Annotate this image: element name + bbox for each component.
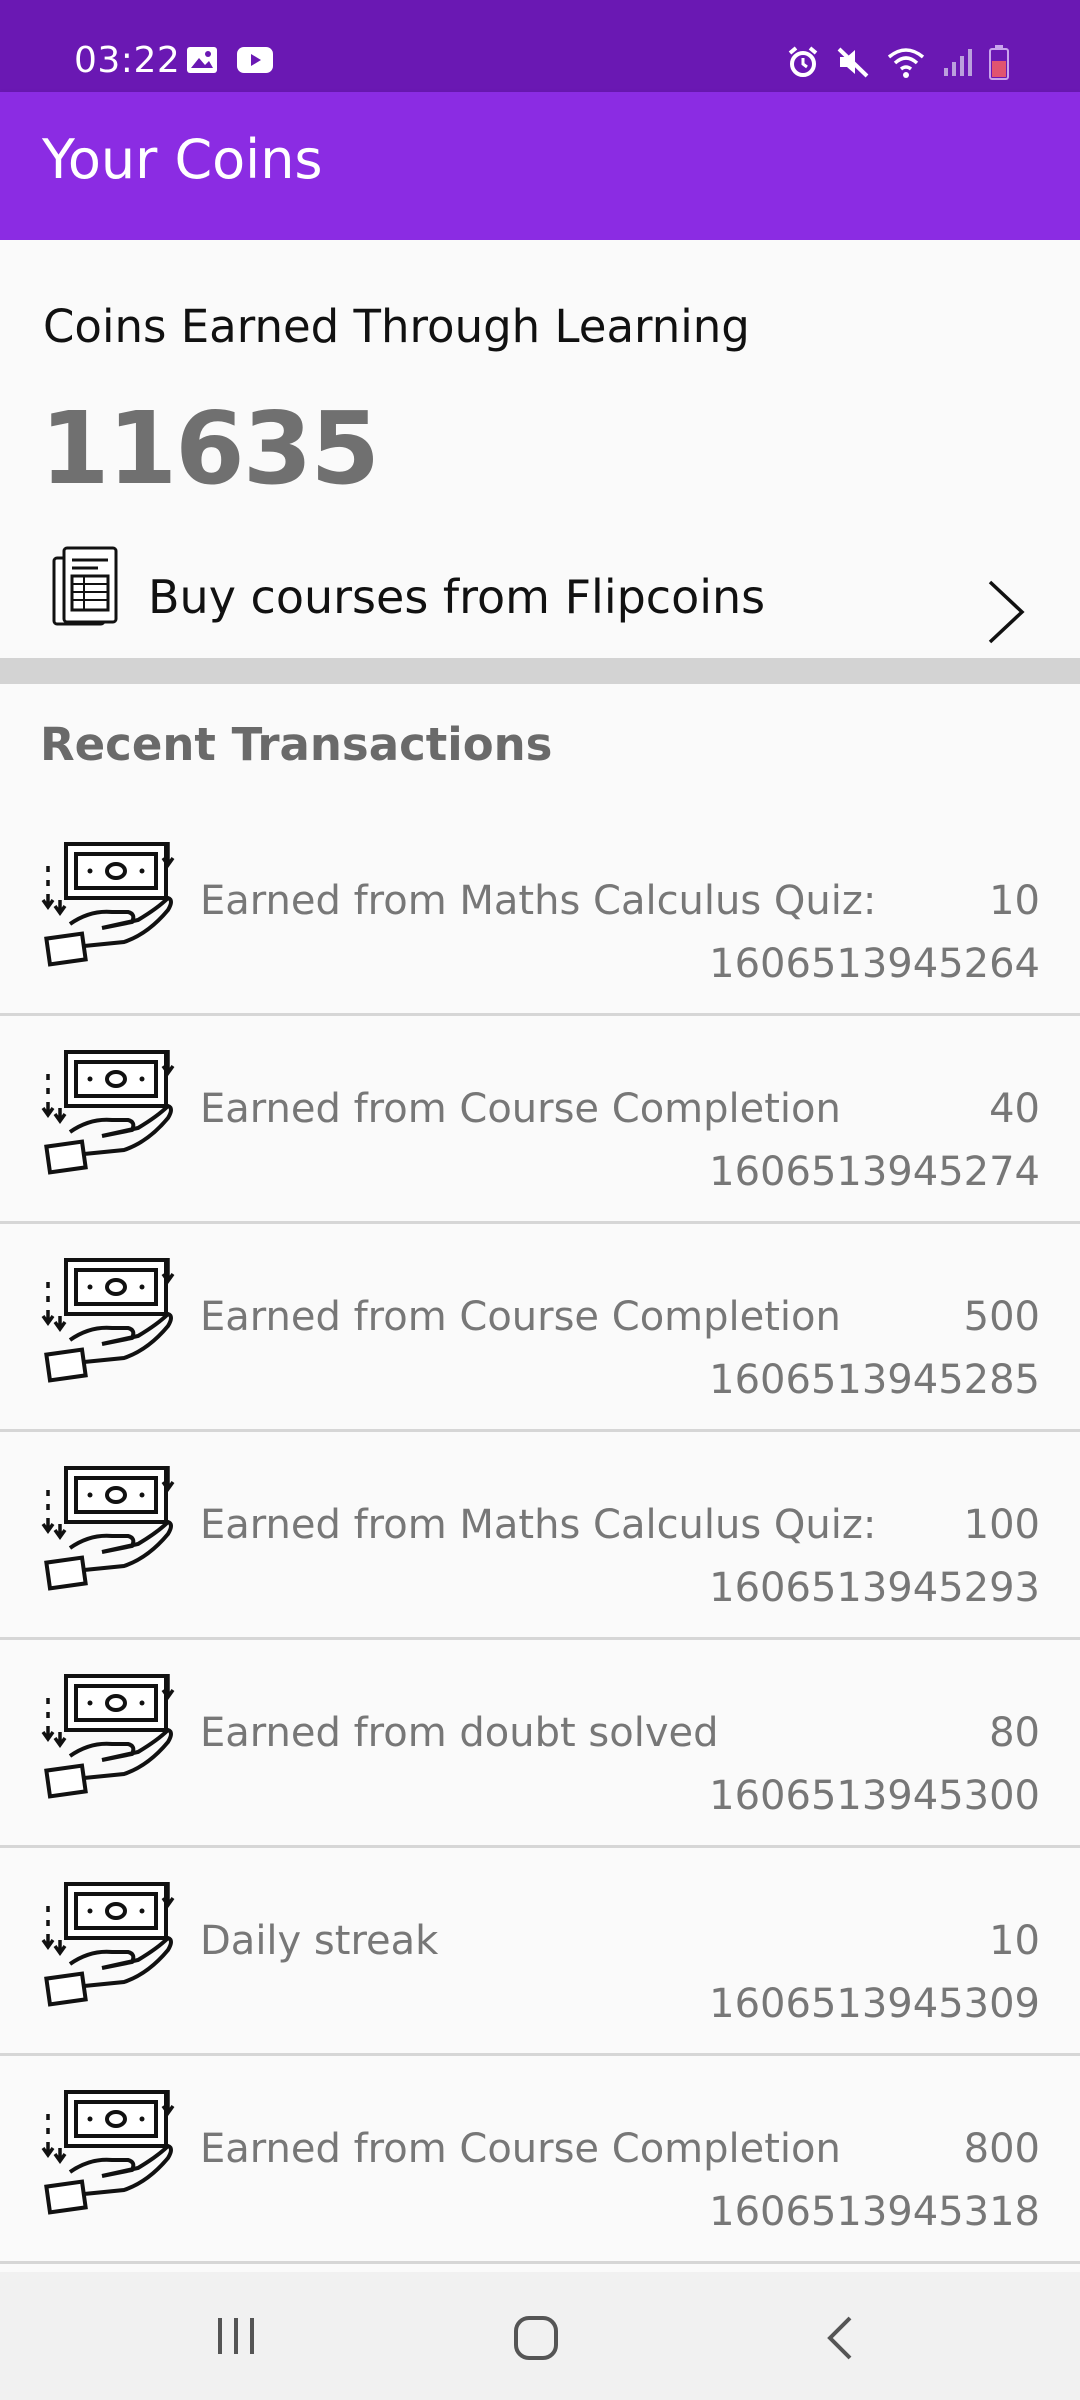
transaction-amount: 40 <box>989 1086 1040 1132</box>
transaction-amount: 800 <box>963 2126 1040 2172</box>
transaction-description: Earned from Maths Calculus Quiz: <box>200 878 877 924</box>
status-time: 03:22 <box>74 40 181 81</box>
page-title: Your Coins <box>42 128 323 191</box>
wifi-icon <box>886 45 926 83</box>
transaction-description: Earned from Maths Calculus Quiz: <box>200 1502 877 1548</box>
transaction-row: Earned from doubt solved 80 160651394530… <box>0 1640 1080 1848</box>
section-divider <box>0 658 1080 684</box>
alarm-icon <box>786 45 820 83</box>
transaction-amount: 100 <box>963 1502 1040 1548</box>
transaction-amount: 10 <box>989 1918 1040 1964</box>
transaction-id: 1606513945318 <box>709 2189 1040 2235</box>
cash-hand-icon <box>40 1046 176 1186</box>
transaction-description: Earned from doubt solved <box>200 1710 719 1756</box>
document-icon <box>50 544 120 634</box>
transaction-id: 1606513945285 <box>709 1357 1040 1403</box>
buy-courses-label: Buy courses from Flipcoins <box>148 570 766 624</box>
battery-icon <box>988 44 1010 84</box>
transaction-id: 1606513945309 <box>709 1981 1040 2027</box>
cash-hand-icon <box>40 1462 176 1602</box>
transaction-row: Daily streak 10 1606513945309 <box>0 1848 1080 2056</box>
cash-hand-icon <box>40 1670 176 1810</box>
cash-hand-icon <box>40 2086 176 2226</box>
transaction-amount: 80 <box>989 1710 1040 1756</box>
transaction-amount: 500 <box>963 1294 1040 1340</box>
transaction-id: 1606513945264 <box>709 941 1040 987</box>
transaction-description: Earned from Course Completion <box>200 1086 841 1132</box>
app-bar: Your Coins <box>0 92 1080 240</box>
recents-icon[interactable] <box>214 2312 258 2364</box>
cash-hand-icon <box>40 1254 176 1394</box>
mute-icon <box>836 45 870 83</box>
recent-transactions-title: Recent Transactions <box>40 718 553 771</box>
transaction-amount: 10 <box>989 878 1040 924</box>
transaction-list: Earned from Maths Calculus Quiz: 10 1606… <box>0 808 1080 2264</box>
back-icon[interactable] <box>822 2312 858 2368</box>
transaction-description: Earned from Course Completion <box>200 1294 841 1340</box>
transaction-row: Earned from Maths Calculus Quiz: 100 160… <box>0 1432 1080 1640</box>
coins-summary: Coins Earned Through Learning 11635 Buy … <box>0 240 1080 658</box>
home-icon[interactable] <box>510 2312 562 2368</box>
signal-icon <box>942 46 972 82</box>
transaction-id: 1606513945300 <box>709 1773 1040 1819</box>
transaction-row: Earned from Maths Calculus Quiz: 10 1606… <box>0 808 1080 1016</box>
system-nav-bar <box>0 2272 1080 2400</box>
transaction-description: Daily streak <box>200 1918 439 1964</box>
cash-hand-icon <box>40 1878 176 2018</box>
cash-hand-icon <box>40 838 176 978</box>
transaction-id: 1606513945293 <box>709 1565 1040 1611</box>
chevron-right-icon <box>986 578 1026 650</box>
image-icon <box>186 46 218 78</box>
status-bar: 03:22 <box>0 0 1080 92</box>
transaction-id: 1606513945274 <box>709 1149 1040 1195</box>
coins-total: 11635 <box>40 390 380 507</box>
buy-courses-button[interactable]: Buy courses from Flipcoins <box>0 540 1080 650</box>
coins-heading: Coins Earned Through Learning <box>43 300 750 353</box>
transaction-row: Earned from Course Completion 40 1606513… <box>0 1016 1080 1224</box>
transaction-description: Earned from Course Completion <box>200 2126 841 2172</box>
youtube-icon <box>236 46 274 78</box>
transaction-row: Earned from Course Completion 800 160651… <box>0 2056 1080 2264</box>
transaction-row: Earned from Course Completion 500 160651… <box>0 1224 1080 1432</box>
